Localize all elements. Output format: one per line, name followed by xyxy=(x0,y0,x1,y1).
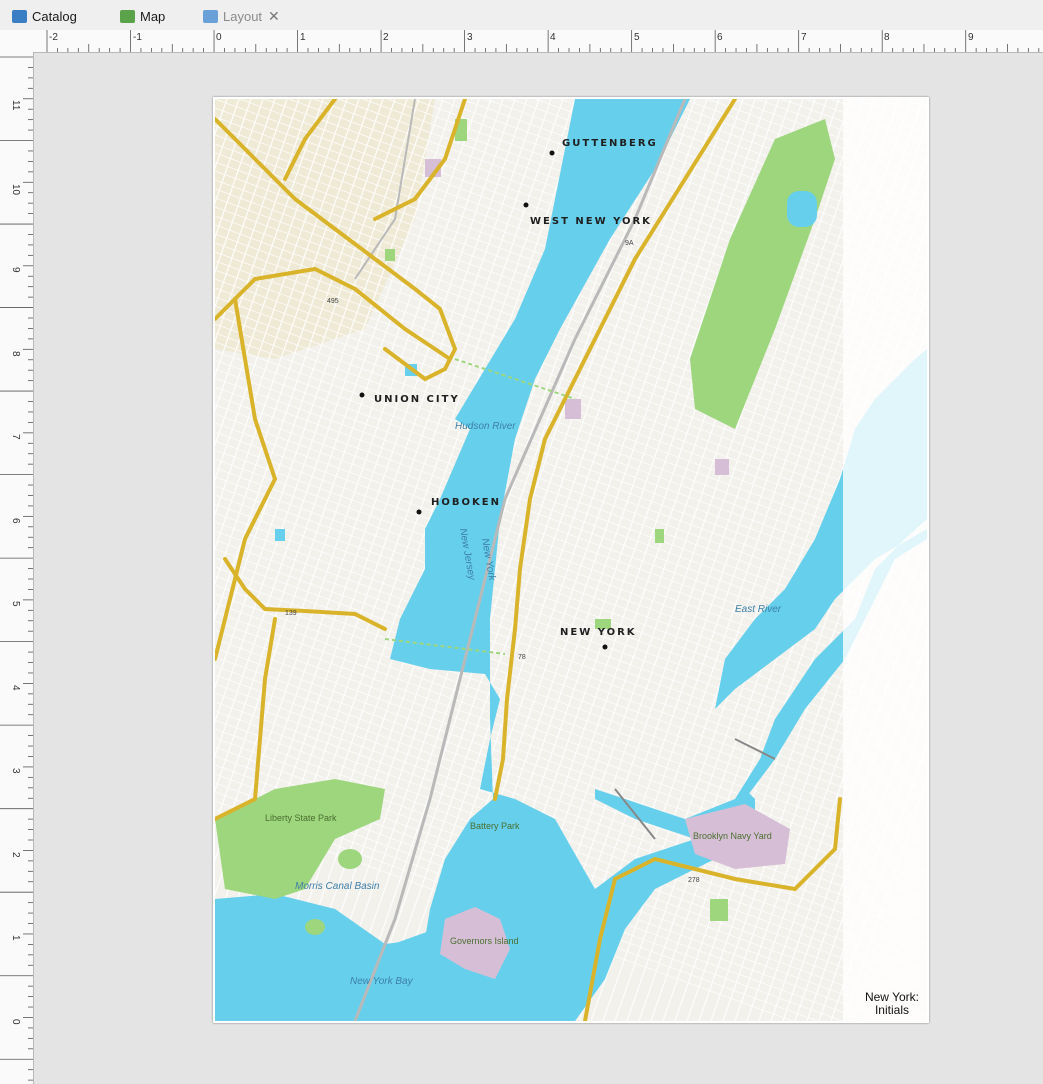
route-shield: 278 xyxy=(688,877,700,884)
institution-area xyxy=(565,399,581,419)
tab-catalog-label: Catalog xyxy=(32,8,77,24)
park xyxy=(655,529,664,543)
place-label-guttenberg: GUTTENBERG xyxy=(562,138,658,149)
tab-layout-label: Layout xyxy=(223,8,263,24)
map-frame[interactable]: 495 139 78 278 9A GUTTENBERG WEST NEW YO… xyxy=(215,99,927,1021)
v-ruler-label: 0 xyxy=(10,1019,21,1025)
vertical-ruler-ticks: 11 10 9 8 7 6 5 4 3 2 1 0 xyxy=(0,56,33,1081)
ellis-island xyxy=(338,849,362,869)
route-shield: 78 xyxy=(518,654,526,661)
h-ruler-label: 7 xyxy=(801,32,807,43)
h-ruler-label: 6 xyxy=(717,32,723,43)
park xyxy=(385,249,395,261)
central-park-reservoir xyxy=(787,191,817,227)
h-ruler-label: 1 xyxy=(300,32,306,43)
place-label-hoboken: HOBOKEN xyxy=(431,497,501,508)
water-label-hudson-river: Hudson River xyxy=(455,421,516,432)
place-dot xyxy=(416,509,422,515)
park-label-brooklyn-navy-yard: Brooklyn Navy Yard xyxy=(693,831,772,841)
vertical-ruler[interactable]: 11 10 9 8 7 6 5 4 3 2 1 0 xyxy=(0,52,34,1084)
water-label-east-river: East River xyxy=(735,604,782,615)
v-ruler-label: 10 xyxy=(10,184,21,196)
v-ruler-label: 1 xyxy=(10,935,21,941)
tab-catalog[interactable]: Catalog xyxy=(12,6,77,26)
close-tab-icon[interactable]: ✕ xyxy=(268,8,280,25)
v-ruler-label: 2 xyxy=(10,852,21,858)
park-label-battery-park: Battery Park xyxy=(470,821,520,831)
pond xyxy=(275,529,285,541)
place-label-west-new-york: WEST NEW YORK xyxy=(530,216,652,227)
v-ruler-label: 5 xyxy=(10,601,21,607)
place-label-new-york: NEW YORK xyxy=(560,627,637,638)
water-label-morris-canal-basin: Morris Canal Basin xyxy=(295,881,380,892)
place-dot xyxy=(523,202,529,208)
route-shield: 139 xyxy=(285,610,297,617)
liberty-island xyxy=(305,919,325,935)
map-graphic: 495 139 78 278 9A GUTTENBERG WEST NEW YO… xyxy=(215,99,927,1021)
tab-map[interactable]: Map xyxy=(120,6,165,26)
v-ruler-label: 9 xyxy=(10,267,21,273)
h-ruler-label: 3 xyxy=(467,32,473,43)
v-ruler-label: 7 xyxy=(10,434,21,440)
h-ruler-label: 9 xyxy=(968,32,974,43)
park xyxy=(710,899,728,921)
layout-page[interactable]: 495 139 78 278 9A GUTTENBERG WEST NEW YO… xyxy=(213,97,929,1023)
h-ruler-label: 8 xyxy=(884,32,890,43)
h-ruler-label: 0 xyxy=(216,32,222,43)
layout-icon xyxy=(203,9,218,23)
horizontal-ruler[interactable]: -2 -1 0 1 2 3 4 5 6 7 8 9 xyxy=(33,30,1043,53)
map-caption[interactable]: New York: Initials xyxy=(865,991,919,1017)
v-ruler-label: 4 xyxy=(10,685,21,691)
route-shield: 495 xyxy=(327,298,339,305)
caption-line-2: Initials xyxy=(874,1003,909,1017)
tab-map-label: Map xyxy=(140,8,166,24)
place-dot xyxy=(549,150,555,156)
v-ruler-label: 8 xyxy=(10,351,21,357)
route-shield: 9A xyxy=(625,240,634,247)
map-fade-overlay xyxy=(843,99,927,1021)
h-ruler-label: -2 xyxy=(49,32,58,43)
v-ruler-label: 11 xyxy=(10,100,21,111)
park-label-governors-island: Governors Island xyxy=(450,936,519,946)
institution-area xyxy=(715,459,729,475)
h-ruler-label: -1 xyxy=(133,32,142,43)
place-dot xyxy=(602,644,608,650)
v-ruler-label: 6 xyxy=(10,518,21,524)
map-icon xyxy=(120,9,135,23)
document-tab-bar: Catalog Map Layout ✕ xyxy=(0,0,1043,31)
place-dot xyxy=(359,392,365,398)
water-label-new-york-bay: New York Bay xyxy=(350,976,414,987)
h-ruler-label: 5 xyxy=(634,32,640,43)
h-ruler-label: 2 xyxy=(383,32,389,43)
v-ruler-label: 3 xyxy=(10,768,21,774)
ruler-corner xyxy=(0,30,34,53)
park-label-liberty-state-park: Liberty State Park xyxy=(265,813,337,823)
tab-layout[interactable]: Layout ✕ xyxy=(203,6,280,26)
h-ruler-label: 4 xyxy=(550,32,556,43)
catalog-icon xyxy=(12,9,27,23)
horizontal-ruler-ticks: -2 -1 0 1 2 3 4 5 6 7 8 9 xyxy=(46,30,1040,52)
place-label-union-city: UNION CITY xyxy=(374,394,460,405)
